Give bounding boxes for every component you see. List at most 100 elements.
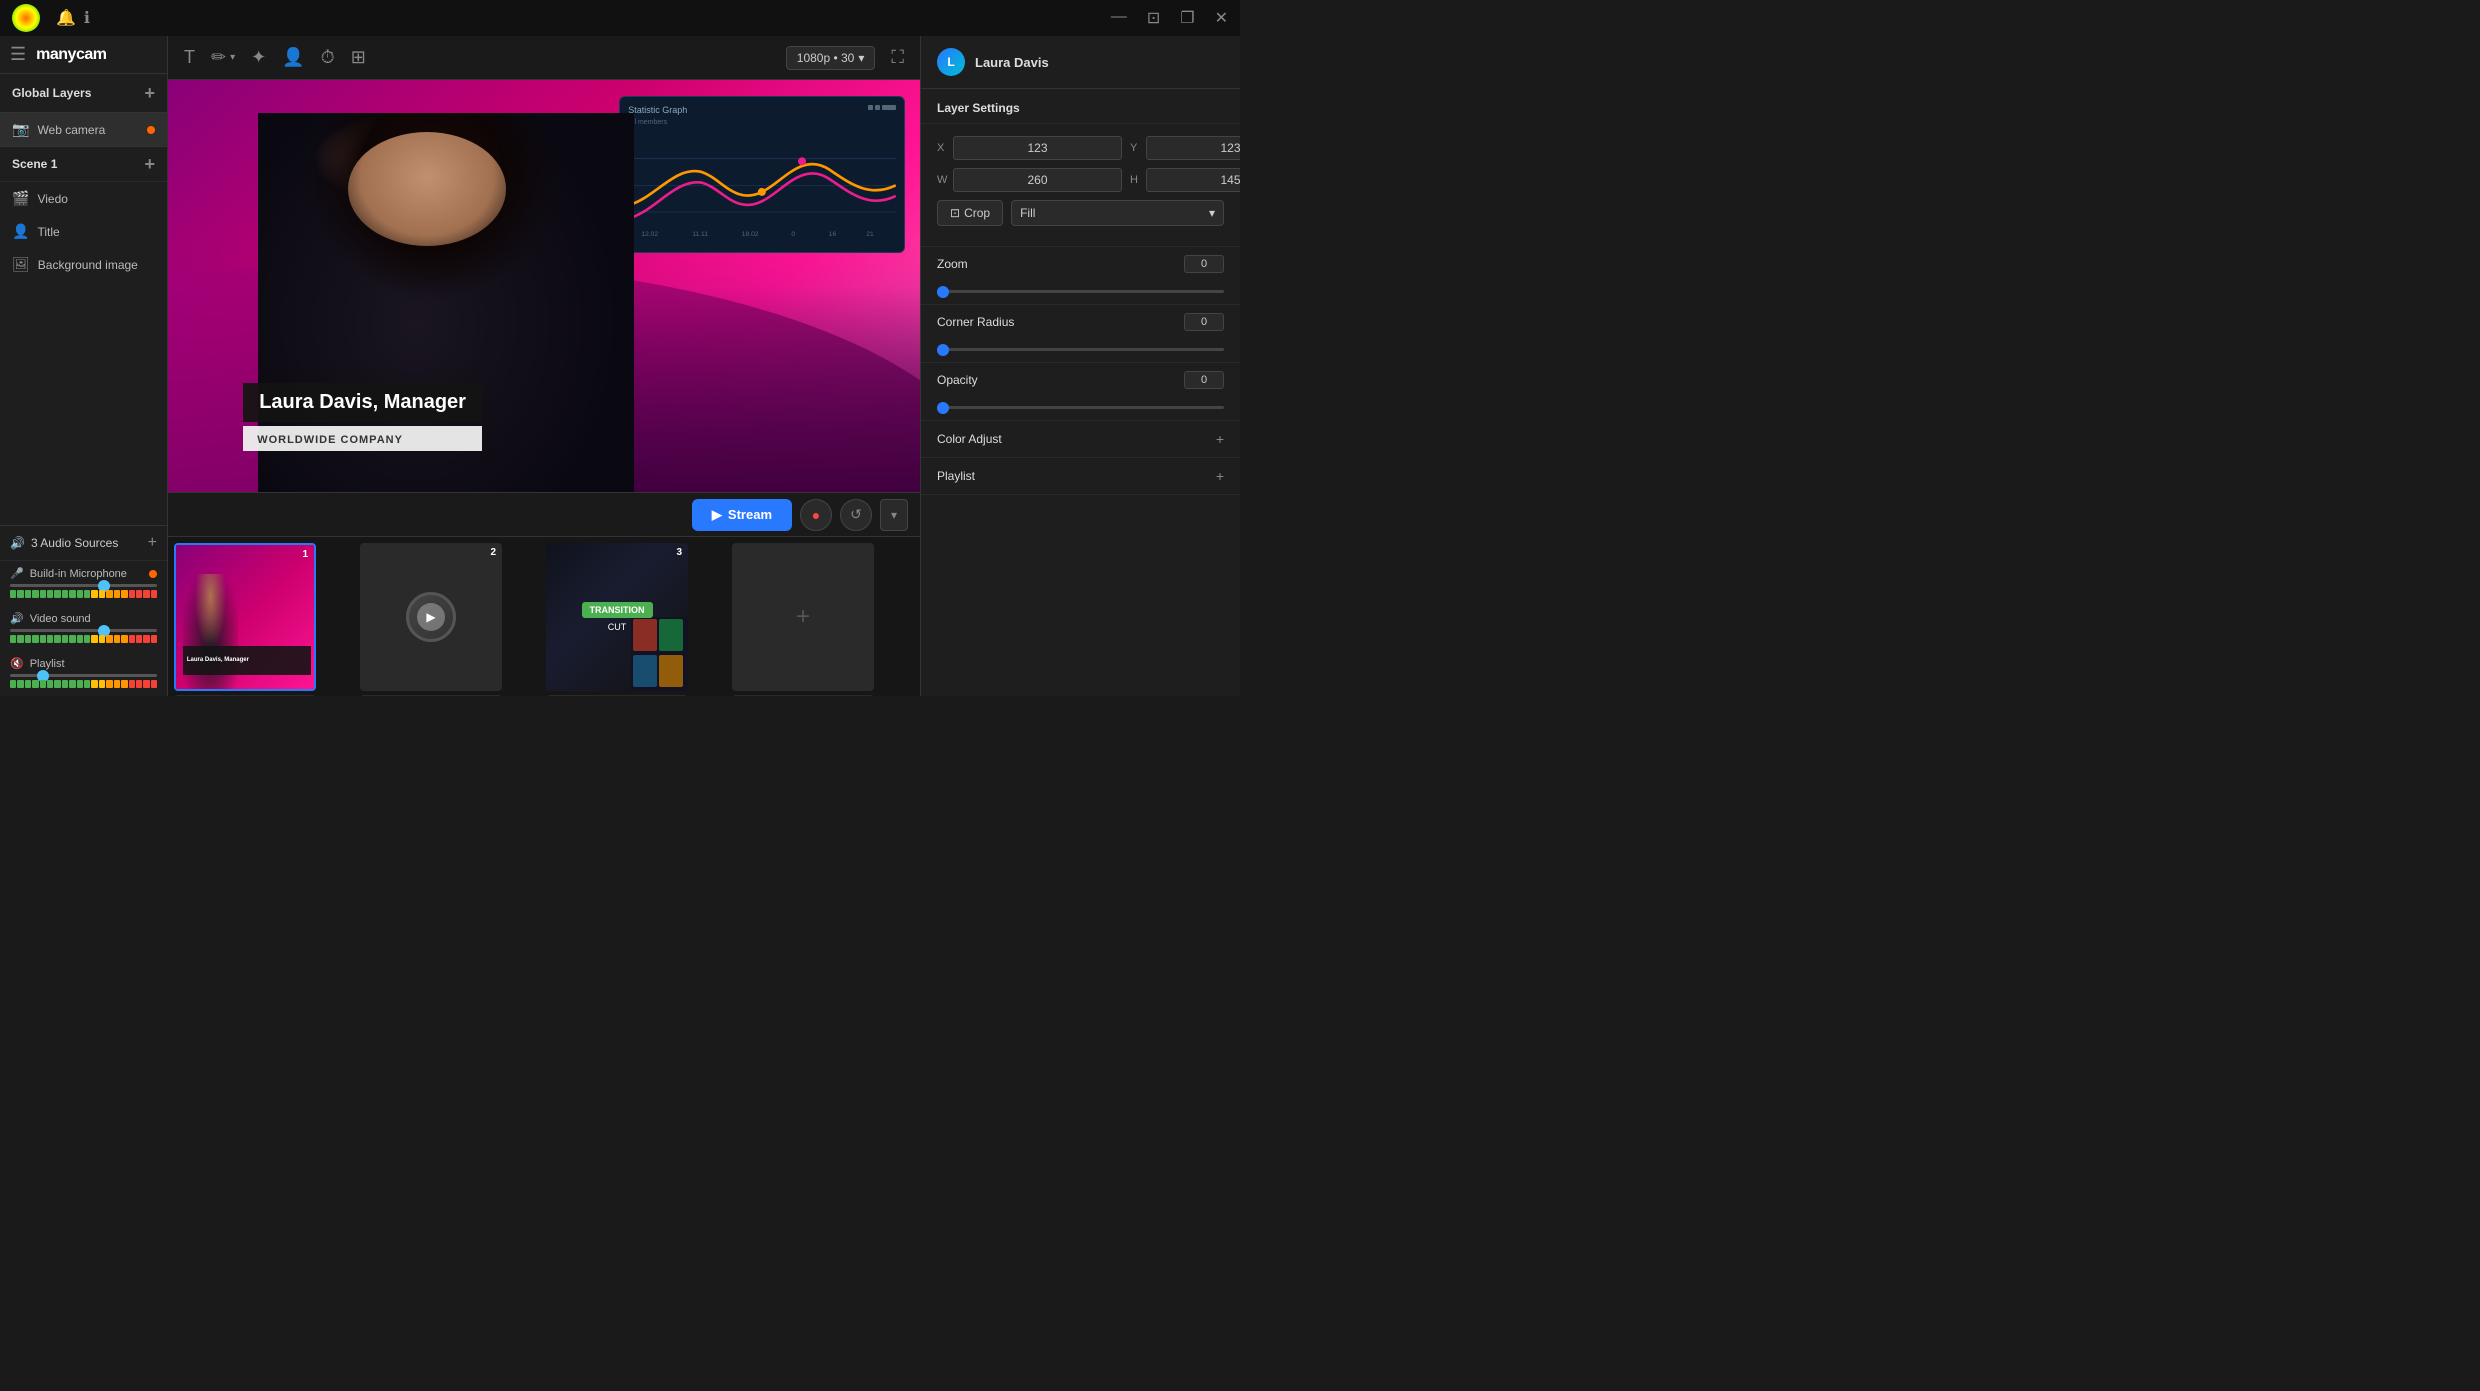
scene-6-bg: + [360,695,502,696]
window-controls: — ⊡ ❐ ✕ [1111,8,1228,28]
h-input[interactable] [1146,168,1240,192]
crop-button[interactable]: ⊡ Crop [937,200,1003,226]
chart-control-dot-1 [868,105,873,110]
add-scene-layer-button[interactable]: + [144,155,155,173]
sidebar-item-background-image[interactable]: 🖼 Background image [0,248,167,281]
fill-select[interactable]: Fill ▾ [1011,200,1224,226]
chart-control-dot-2 [875,105,880,110]
zoom-slider[interactable] [937,290,1224,293]
toolbar: T ✏ ▾ ✦ 👤 ⏱ ⊞ 1080p • 30 ▾ ⛶ [168,36,920,80]
global-layers-header: Global Layers + [0,74,167,113]
crop-row: ⊡ Crop Fill ▾ [937,200,1224,226]
video-icon: 🎬 [12,190,29,207]
svg-text:11.11: 11.11 [692,231,708,238]
scene-4-bg: + [732,543,874,691]
magic-tool-button[interactable]: ✦ [251,47,266,68]
info-icon[interactable]: ℹ [84,8,90,28]
maximize-button[interactable]: ⊡ [1147,8,1160,28]
opacity-label: Opacity [937,373,978,387]
scene-3-number: 3 [676,547,682,558]
play-circle-icon: ▶ [417,603,445,631]
main-content: T ✏ ▾ ✦ 👤 ⏱ ⊞ 1080p • 30 ▾ ⛶ [168,36,920,696]
add-global-layer-button[interactable]: + [144,84,155,102]
corner-radius-slider[interactable] [937,348,1224,351]
svg-text:21: 21 [867,231,875,238]
scene-thumb-2[interactable]: ▶ 2 [360,543,502,691]
stream-icon: ▶ [712,507,722,523]
user-name: Laura Davis [975,55,1049,70]
snapshot-button[interactable]: ↺ [840,499,872,531]
resolution-label: 1080p • 30 [797,51,855,65]
microphone-icon: 🎤 [10,567,24,580]
sidebar-item-title[interactable]: 👤 Title [0,215,167,248]
video-sound-slider[interactable] [10,629,157,632]
svg-text:16: 16 [829,231,837,238]
background-image-label: Background image [38,258,138,272]
chart-title: Statistic Graph [628,105,687,115]
corner-radius-value-input[interactable] [1184,313,1224,331]
app-name: manycam [36,46,106,64]
name-bar: Laura Davis, Manager [243,383,482,422]
scene-thumb-8[interactable]: + [732,695,874,696]
scene-1-number: 1 [302,549,308,560]
menu-icon[interactable]: ☰ [10,44,26,65]
face-layer [348,132,506,246]
fullscreen-button[interactable]: ⛶ [891,47,904,68]
color-adjust-label: Color Adjust [937,432,1002,446]
close-button[interactable]: ✕ [1215,8,1228,28]
fill-label: Fill [1020,206,1035,220]
stream-button[interactable]: ▶ Stream [692,499,792,531]
chart-subtitle: All members [628,119,687,126]
sidebar: ☰ manycam Global Layers + 📷 Web camera S… [0,36,168,696]
chart-close-btn [882,105,896,110]
timer-tool-button[interactable]: ⏱ [321,47,335,68]
scene-thumb-6[interactable]: + [360,695,502,696]
sidebar-item-viedo[interactable]: 🎬 Viedo [0,182,167,215]
x-input[interactable] [953,136,1122,160]
resolution-selector[interactable]: 1080p • 30 ▾ [786,46,876,70]
scene-thumb-3[interactable]: TRANSITION CUT 3 [546,543,688,691]
zoom-value-input[interactable] [1184,255,1224,273]
scene-thumb-7[interactable]: + [546,695,688,696]
add-audio-source-button[interactable]: + [148,534,157,552]
chart-overlay: Statistic Graph All members [619,96,905,253]
opacity-value-input[interactable] [1184,371,1224,389]
record-button[interactable]: ● [800,499,832,531]
pen-tool-button[interactable]: ✏ ▾ [211,47,235,68]
title-label: Title [37,225,59,239]
notification-icon[interactable]: 🔔 [56,8,76,28]
corner-radius-section: Corner Radius [921,305,1240,363]
person-tool-button[interactable]: 👤 [282,47,304,68]
color-adjust-section[interactable]: Color Adjust + [921,421,1240,458]
right-panel: L Laura Davis Layer Settings X Y ↺ [920,36,1240,696]
svg-text:0: 0 [792,231,796,238]
playlist-section[interactable]: Playlist + [921,458,1240,495]
cut-label: CUT [608,622,627,632]
text-tool-button[interactable]: T [184,47,195,68]
restore-button[interactable]: ❐ [1180,8,1194,28]
snapshot-icon: ↺ [850,506,862,523]
sidebar-item-webcam[interactable]: 📷 Web camera [0,113,167,146]
playlist-sound-label: Playlist [30,658,65,670]
opacity-header: Opacity [937,371,1224,389]
y-input[interactable] [1146,136,1240,160]
video-sound-icon: 🔊 [10,612,24,625]
microphone-volume-slider[interactable] [10,584,157,587]
w-label: W [937,174,949,186]
user-initial: L [947,55,954,69]
more-options-button[interactable]: ▾ [880,499,908,531]
scene-thumb-4[interactable]: + [732,543,874,691]
scene-header: Scene 1 + [0,146,167,182]
grid-tool-button[interactable]: ⊞ [351,47,366,68]
scene-layers-list: 🎬 Viedo 👤 Title 🖼 Background image [0,182,167,525]
record-icon: ● [812,507,820,523]
scene-5-bg: + [174,695,316,696]
scene-thumb-5[interactable]: + [174,695,316,696]
opacity-slider[interactable] [937,406,1224,409]
microphone-active-dot [149,570,157,578]
person-name: Laura Davis, Manager [259,391,466,413]
minimize-button[interactable]: — [1111,8,1127,28]
w-input[interactable] [953,168,1122,192]
playlist-volume-slider[interactable] [10,674,157,677]
scene-thumb-1[interactable]: Laura Davis, Manager 1 [174,543,316,691]
